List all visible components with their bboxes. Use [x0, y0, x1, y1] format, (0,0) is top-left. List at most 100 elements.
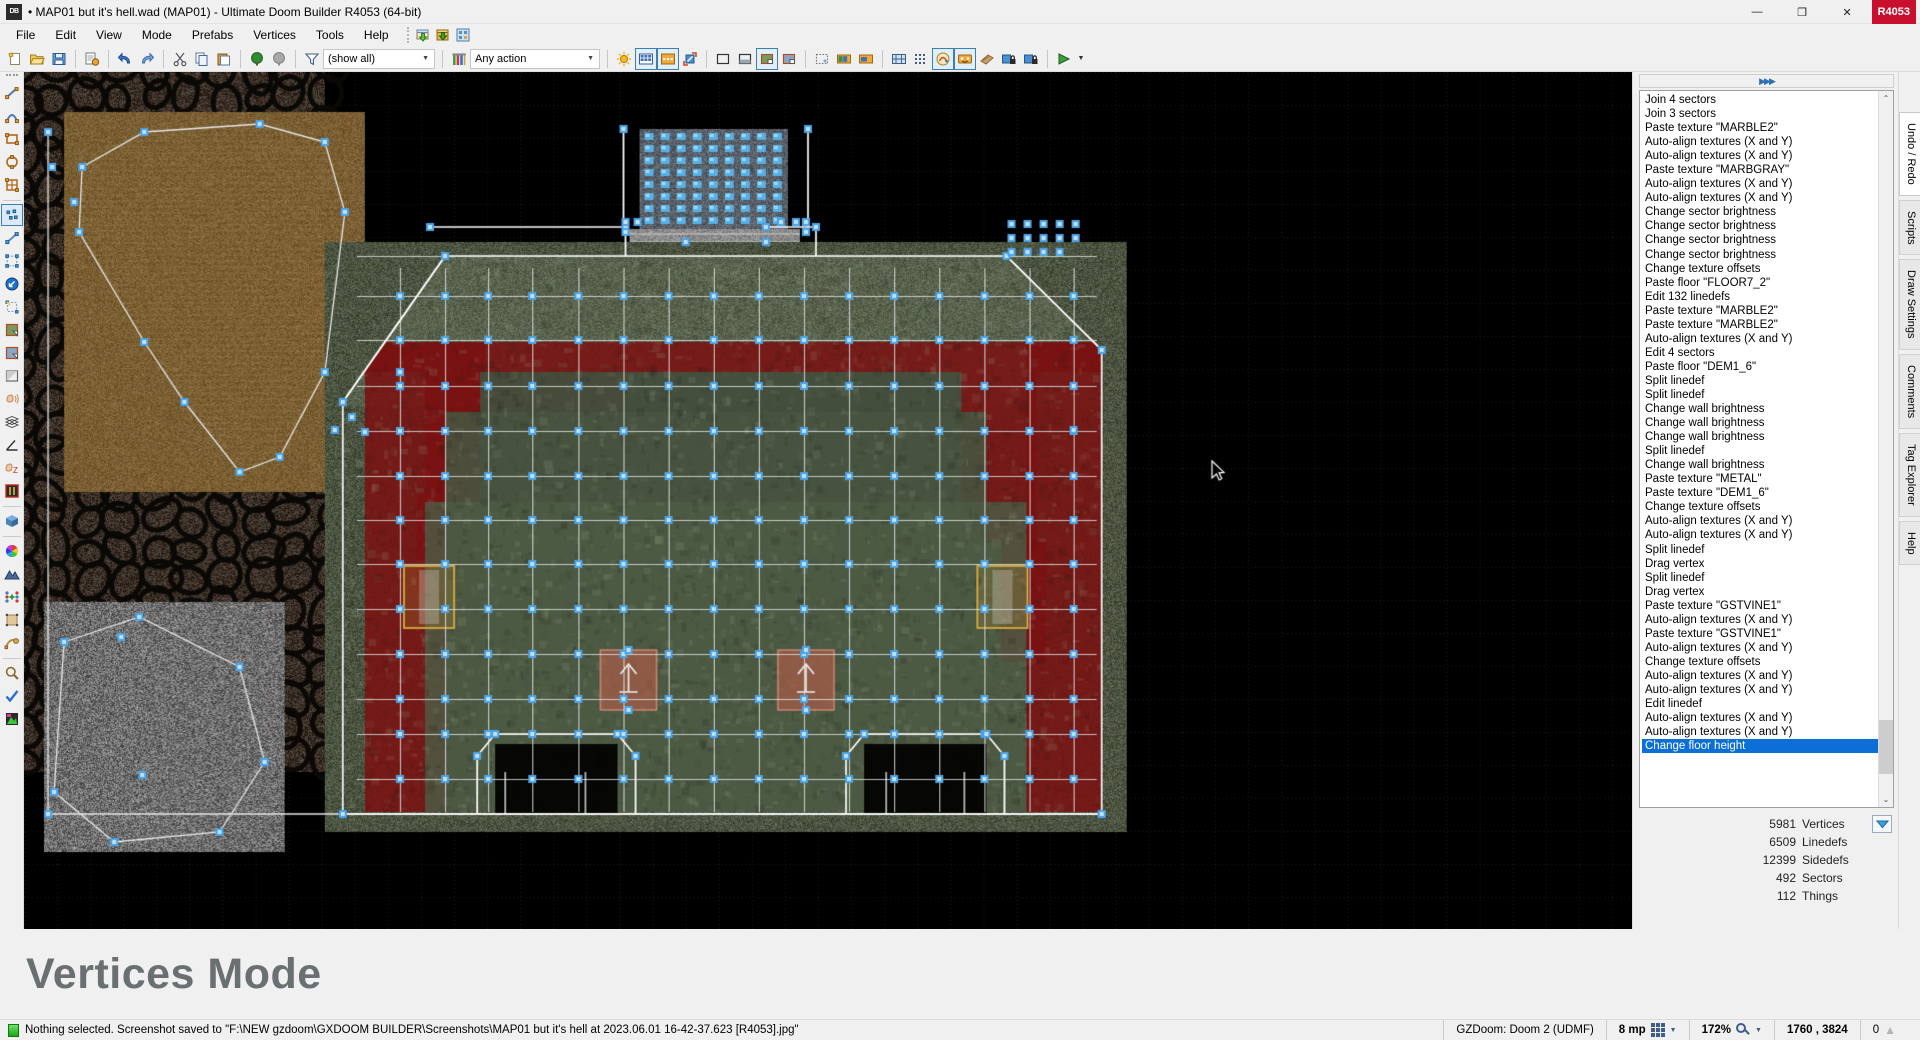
undo-list-item[interactable]: Auto-align textures (X and Y) [1642, 332, 1878, 346]
redo-button[interactable] [136, 48, 158, 70]
tab-help[interactable]: Help [1899, 520, 1920, 566]
undo-list-item[interactable]: Paste texture "DEM1_6" [1642, 486, 1878, 500]
undo-list-item[interactable]: Paste texture "MARBGRAY" [1642, 163, 1878, 177]
copy-button[interactable] [191, 48, 213, 70]
scroll-up-button[interactable]: ⌃ [1878, 91, 1893, 106]
angle-icon[interactable] [1, 434, 23, 456]
draw-rectangle-tool[interactable] [1, 128, 23, 150]
menu-edit[interactable]: Edit [45, 25, 86, 45]
draw-grid-tool[interactable] [1, 174, 23, 196]
undo-list-item[interactable]: Auto-align textures (X and Y) [1642, 683, 1878, 697]
edit-selection-tool[interactable] [1, 296, 23, 318]
undo-list-item[interactable]: Change wall brightness [1642, 416, 1878, 430]
draw-ellipse-tool[interactable] [1, 151, 23, 173]
undo-list-item[interactable]: Join 4 sectors [1642, 93, 1878, 107]
undo-list-item[interactable]: Auto-align textures (X and Y) [1642, 711, 1878, 725]
menu-mode[interactable]: Mode [132, 25, 182, 45]
tab-undo-redo[interactable]: Undo / Redo [1899, 112, 1920, 196]
map-render-surface[interactable] [24, 72, 1632, 929]
map-options-button[interactable] [81, 48, 103, 70]
texture-align-icon[interactable] [1, 609, 23, 631]
cube-icon[interactable] [1, 510, 23, 532]
comments-face-icon[interactable] [954, 47, 976, 70]
floors-icon[interactable] [756, 47, 778, 70]
wireframe-icon[interactable] [712, 48, 734, 70]
undo-list-item[interactable]: Drag vertex [1642, 585, 1878, 599]
save-map-button[interactable] [48, 48, 70, 70]
curve-linedefs-icon[interactable] [1, 632, 23, 654]
undo-list-item[interactable]: Change sector brightness [1642, 219, 1878, 233]
scroll-thumb[interactable] [1878, 720, 1893, 774]
thing-filter-combo[interactable]: (show all) ▼ [323, 48, 435, 69]
lock-blue-icon[interactable] [998, 48, 1020, 70]
new-map-button[interactable] [4, 48, 26, 70]
make-sector-tool[interactable] [1, 319, 23, 341]
undo-list-item[interactable]: Change wall brightness [1642, 458, 1878, 472]
undo-list-item[interactable]: Auto-align textures (X and Y) [1642, 514, 1878, 528]
menu-prefabs[interactable]: Prefabs [182, 25, 243, 45]
undo-list-item[interactable]: Edit 4 sectors [1642, 346, 1878, 360]
undo-list-item[interactable]: Paste floor "FLOOR7_2" [1642, 276, 1878, 290]
sun-icon[interactable] [613, 48, 635, 70]
tab-tag-explorer[interactable]: Tag Explorer [1899, 433, 1920, 517]
undo-list-item[interactable]: Auto-align textures (X and Y) [1642, 191, 1878, 205]
undo-list-item[interactable]: Split linedef [1642, 571, 1878, 585]
terrain-icon[interactable] [1, 563, 23, 585]
sound-env-icon[interactable]: Z [1, 457, 23, 479]
color-wheel-icon[interactable] [1, 540, 23, 562]
menu-file[interactable]: File [6, 25, 45, 45]
snap-icon[interactable] [888, 48, 910, 70]
tab-comments[interactable]: Comments [1899, 353, 1920, 430]
undo-list-item[interactable]: Change wall brightness [1642, 402, 1878, 416]
scroll-track[interactable] [1878, 106, 1893, 792]
minimize-button[interactable]: — [1735, 0, 1780, 24]
undo-list-item[interactable]: Edit 132 linedefs [1642, 290, 1878, 304]
undo-list-item[interactable]: Auto-align textures (X and Y) [1642, 528, 1878, 542]
undo-list-item[interactable]: Change sector brightness [1642, 233, 1878, 247]
map-editor-canvas[interactable] [24, 72, 1632, 929]
linedef-flags-icon[interactable] [1, 480, 23, 502]
undo-list-item[interactable]: Paste texture "MARBLE2" [1642, 318, 1878, 332]
undo-list-item[interactable]: Auto-align textures (X and Y) [1642, 149, 1878, 163]
chevron-down-icon[interactable]: ▼ [1755, 1027, 1762, 1034]
undo-list-item[interactable]: Auto-align textures (X and Y) [1642, 177, 1878, 191]
undo-list-item[interactable]: Auto-align textures (X and Y) [1642, 669, 1878, 683]
toolbar-grip[interactable] [5, 74, 18, 80]
undo-button[interactable] [114, 48, 136, 70]
orange-grid-icon[interactable] [657, 47, 679, 70]
undo-list-item[interactable]: Paste texture "METAL" [1642, 472, 1878, 486]
draw-lines-tool[interactable] [1, 82, 23, 104]
checkmark-icon[interactable] [1, 685, 23, 707]
undo-list-item[interactable]: Change texture offsets [1642, 500, 1878, 514]
texture-icon[interactable] [976, 48, 998, 70]
lock-blue2-icon[interactable] [1020, 48, 1042, 70]
action-filter-combo[interactable]: Any action ▼ [470, 48, 600, 69]
tab-draw-settings[interactable]: Draw Settings [1899, 259, 1920, 350]
cut-button[interactable] [169, 48, 191, 70]
stats-collapse-button[interactable] [1872, 815, 1892, 833]
game-config-section[interactable]: GZDoom: Doom 2 (UDMF) [1443, 1019, 1605, 1040]
undo-list-item[interactable]: Change sector brightness [1642, 205, 1878, 219]
models-icon[interactable] [855, 48, 877, 70]
linedefs-mode-tool[interactable] [1, 227, 23, 249]
menu-view[interactable]: View [86, 25, 132, 45]
bridge-mode-tool[interactable] [1, 342, 23, 364]
undo-list-item[interactable]: Change sector brightness [1642, 248, 1878, 262]
undo-list-item[interactable]: Paste texture "MARBLE2" [1642, 304, 1878, 318]
undo-list-item[interactable]: Split linedef [1642, 388, 1878, 402]
grid-size-section[interactable]: 8 mp ▼ [1605, 1019, 1689, 1040]
undo-list-item[interactable]: Auto-align textures (X and Y) [1642, 641, 1878, 655]
import-wad-icon[interactable] [415, 27, 431, 43]
zoom-section[interactable]: 172% ▼ [1688, 1019, 1774, 1040]
grid-dots-icon[interactable] [910, 48, 932, 70]
paste-button[interactable] [213, 48, 235, 70]
undo-list-item[interactable]: Change wall brightness [1642, 430, 1878, 444]
screenshot-icon[interactable] [1, 708, 23, 730]
undo-redo-list[interactable]: Join 4 sectors Join 3 sectors Paste textur… [1639, 90, 1894, 808]
script-editor-icon[interactable] [455, 27, 471, 43]
blue-grid-icon[interactable] [635, 47, 657, 70]
sound-prop-icon[interactable] [932, 47, 954, 70]
gray-tree-icon[interactable] [268, 48, 290, 70]
menu-tools[interactable]: Tools [306, 25, 354, 45]
sound-propagation-tool[interactable] [1, 388, 23, 410]
